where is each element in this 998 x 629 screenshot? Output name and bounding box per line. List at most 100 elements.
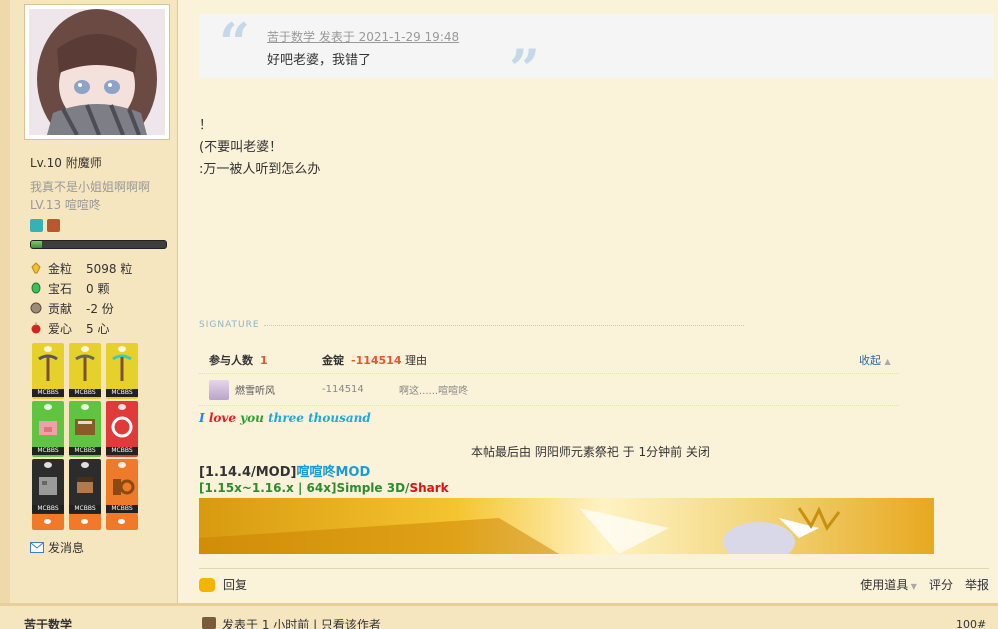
rater-avatar[interactable] (209, 380, 229, 400)
stat-value: 5 心 (86, 321, 110, 336)
reply-icon (199, 577, 215, 592)
post-content: “ 苦于数学 发表于 2021-1-29 19:48 好吧老婆，我错了 ” ！ … (179, 0, 998, 603)
ingot-label: 金锭 (322, 353, 344, 367)
medal-icon[interactable] (69, 514, 101, 530)
quote-author-link[interactable]: 苦于数学 发表于 2021-1-29 19:48 (267, 28, 459, 45)
rating-score: -114514 (322, 384, 364, 395)
book-medal-icon[interactable]: MCBBS (69, 401, 101, 457)
medal-icon[interactable] (106, 514, 138, 530)
collapse-label: 收起 (859, 353, 881, 367)
rater-name[interactable]: 燃雪听风 (235, 382, 275, 397)
medal-label: MCBBS (69, 505, 101, 513)
participants-label: 参与人数 (209, 353, 253, 367)
mod-subtitle: [1.15x~1.16.x | 64x]Simple 3D/Shark (199, 481, 449, 495)
stat-gem: 宝石 0 颗 (30, 278, 132, 298)
post-line: :万一被人听到怎么办 (199, 162, 321, 177)
user-stats: 金粒 5098 粒 宝石 0 颗 贡献 -2 份 爱心 5 心 (30, 258, 132, 338)
user-sidebar: Lv.10 附魔师 我真不是小姐姐啊啊啊 LV.13 喧喧咚 金粒 5098 粒… (10, 0, 178, 603)
ingot-summary: 金锭 -114514 理由 (322, 352, 427, 368)
quote-text: 好吧老婆，我错了 (267, 53, 372, 68)
signature-love-line: I love you three thousand (199, 411, 371, 425)
signature-divider: SIGNATURE (199, 320, 744, 330)
medal-label: MCBBS (32, 447, 64, 455)
medal-label: MCBBS (106, 389, 138, 397)
gold-nugget-icon (31, 262, 41, 274)
mod-name-link[interactable]: 喧喧咚MOD (296, 465, 370, 480)
stat-love: 爱心 5 心 (30, 318, 132, 338)
signature-label: SIGNATURE (199, 320, 260, 330)
stat-label: 金粒 (48, 261, 73, 276)
mod-title: [1.14.4/MOD]喧喧咚MOD (199, 461, 370, 480)
love-word: three thousand (268, 411, 371, 425)
stat-value: 5098 粒 (86, 261, 133, 276)
anniversary-medal-icon[interactable]: MCBBS (106, 459, 138, 515)
use-tool-dropdown[interactable]: 使用道具 ▼ (860, 576, 917, 593)
rating-header: 参与人数 1 金锭 -114514 理由 收起 ▲ (199, 346, 899, 374)
edit-notice: 本帖最后由 阴阳师元素祭祀 于 1分钟前 关闭 (471, 445, 710, 459)
send-message-label: 发消息 (48, 541, 85, 555)
logo-medal-icon[interactable]: MCBBS (106, 401, 138, 457)
medal-row-partial (32, 514, 138, 530)
user-custom-title: 我真不是小姐姐啊啊啊 (30, 180, 151, 194)
exp-progress-fill (31, 241, 42, 248)
diamond-pickaxe-medal-icon[interactable]: MCBBS (106, 343, 138, 399)
post-line: ！ (199, 118, 213, 133)
mod-prefix: [1.14.4/MOD] (199, 465, 297, 480)
signature-banner-image[interactable] (199, 498, 934, 554)
post-body: ！ (不要叫老婆！ :万一被人听到怎么办 (199, 115, 320, 181)
medal-label: MCBBS (32, 505, 64, 513)
floor-number[interactable]: 100# (956, 618, 986, 629)
user-level: Lv.10 附魔师 (30, 156, 102, 170)
stat-contribution: 贡献 -2 份 (30, 298, 132, 318)
steve-medal-icon[interactable]: MCBBS (69, 459, 101, 515)
medal-grid: MCBBS MCBBS MCBBS MCBBS MCBBS MCBBS MCBB… (32, 343, 138, 515)
medal-label: MCBBS (32, 389, 64, 397)
stat-label: 贡献 (48, 301, 73, 316)
stone-medal-icon[interactable]: MCBBS (32, 459, 64, 515)
medal-icon[interactable] (32, 514, 64, 530)
stat-value: -2 份 (86, 301, 114, 316)
love-word: you (240, 411, 264, 425)
medal-label: MCBBS (106, 505, 138, 513)
close-quote-icon: ” (509, 37, 541, 101)
rating-reason: 啊这......喧喧咚 (399, 386, 469, 397)
mod2-prefix: [1.15x~1.16.x | 64x]Simple 3D/ (199, 481, 410, 495)
pig-medal-icon[interactable]: MCBBS (32, 401, 64, 457)
left-edge-strip (0, 0, 10, 629)
participants: 参与人数 1 (209, 352, 268, 368)
rate-button[interactable]: 评分 (929, 576, 953, 593)
report-button[interactable]: 举报 (965, 576, 989, 593)
caret-up-icon: ▲ (884, 356, 891, 366)
online-status-icon (202, 617, 216, 629)
next-post-header: 苦于数学 发表于 1 小时前 | 只看该作者 100# (0, 603, 998, 629)
pickaxe-medal-icon[interactable]: MCBBS (69, 343, 101, 399)
stat-label: 宝石 (48, 281, 73, 296)
reason-label: 理由 (405, 353, 427, 367)
emerald-icon (31, 282, 41, 294)
use-tool-label: 使用道具 (860, 578, 909, 592)
next-post-meta[interactable]: 发表于 1 小时前 | 只看该作者 (222, 616, 381, 629)
pickaxe-medal-icon[interactable]: MCBBS (32, 343, 64, 399)
user-group-title: LV.13 喧喧咚 (30, 198, 101, 212)
ingot-value: -114514 (351, 353, 402, 367)
avatar[interactable] (24, 4, 170, 140)
send-message-link[interactable]: 发消息 (30, 539, 84, 556)
caret-down-icon: ▼ (908, 582, 917, 591)
medal-label: MCBBS (69, 447, 101, 455)
participants-count: 1 (260, 353, 268, 367)
stat-label: 爱心 (48, 321, 73, 336)
collapse-link[interactable]: 收起 ▲ (859, 352, 891, 368)
rating-row: 燃雪听风 -114514 啊这......喧喧咚 (199, 374, 899, 406)
reply-button[interactable]: 回复 (199, 576, 247, 593)
divider-line (263, 324, 744, 326)
post-line: (不要叫老婆！ (199, 140, 283, 155)
apple-icon (31, 322, 41, 334)
leather-helmet-icon (47, 219, 60, 232)
diamond-helmet-icon (30, 219, 43, 232)
mod2-suffix: Shark (409, 481, 449, 495)
open-quote-icon: “ (219, 11, 251, 75)
stat-gold: 金粒 5098 粒 (30, 258, 132, 278)
group-icons (30, 219, 60, 232)
next-post-author[interactable]: 苦于数学 (24, 616, 72, 629)
love-word: love (208, 411, 236, 425)
